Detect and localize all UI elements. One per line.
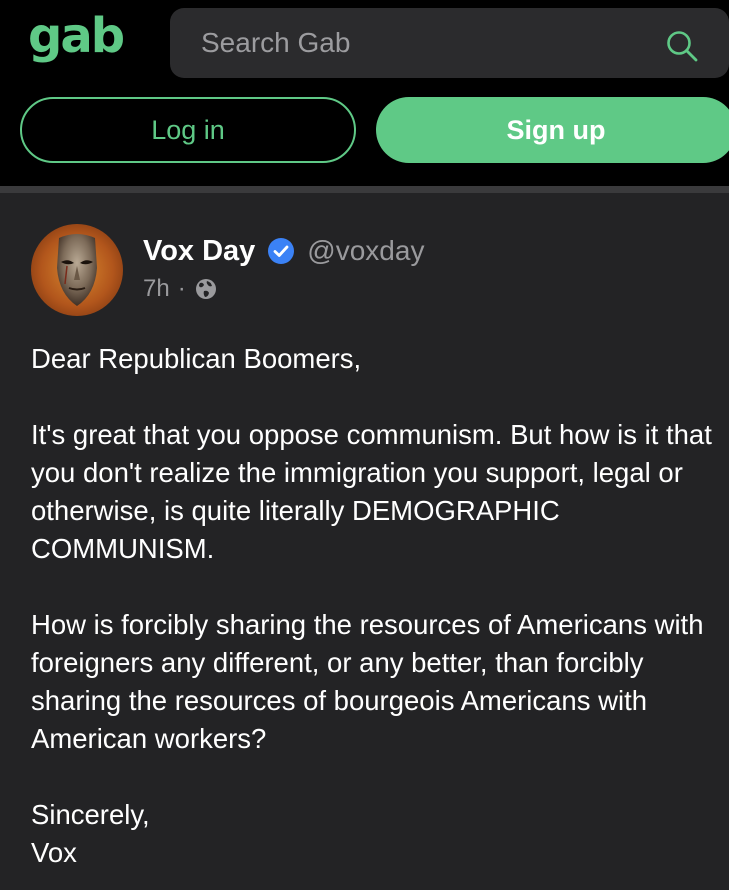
search-input[interactable]: Search Gab	[170, 8, 729, 78]
mask-avatar-image	[57, 234, 97, 306]
author-name[interactable]: Vox Day	[143, 235, 255, 268]
post-body: Dear Republican Boomers, It's great that…	[31, 340, 721, 872]
search-placeholder: Search Gab	[201, 27, 351, 58]
post-card: Vox Day @voxday 7h · Dear Republican Boo…	[0, 193, 729, 890]
post-paragraph: How is forcibly sharing the resources of…	[31, 609, 704, 754]
login-button[interactable]: Log in	[20, 97, 356, 163]
search-icon[interactable]	[665, 29, 699, 63]
header-divider	[0, 186, 729, 193]
avatar[interactable]	[31, 224, 123, 316]
post-meta: 7h ·	[143, 275, 218, 303]
verified-badge-icon	[268, 238, 295, 264]
meta-separator: ·	[177, 275, 186, 302]
post-time[interactable]: 7h	[143, 275, 170, 303]
post-signature: Vox	[31, 837, 77, 868]
post-signoff: Sincerely,	[31, 799, 150, 830]
signup-button[interactable]: Sign up	[376, 97, 729, 163]
author-row: Vox Day @voxday	[143, 233, 424, 269]
post-greeting: Dear Republican Boomers,	[31, 343, 362, 374]
top-header: gab Search Gab Log in Sign up	[0, 0, 729, 186]
author-handle[interactable]: @voxday	[307, 235, 424, 267]
gab-logo[interactable]: gab	[28, 4, 125, 68]
globe-icon	[195, 279, 216, 299]
post-paragraph: It's great that you oppose communism. Bu…	[31, 419, 712, 564]
